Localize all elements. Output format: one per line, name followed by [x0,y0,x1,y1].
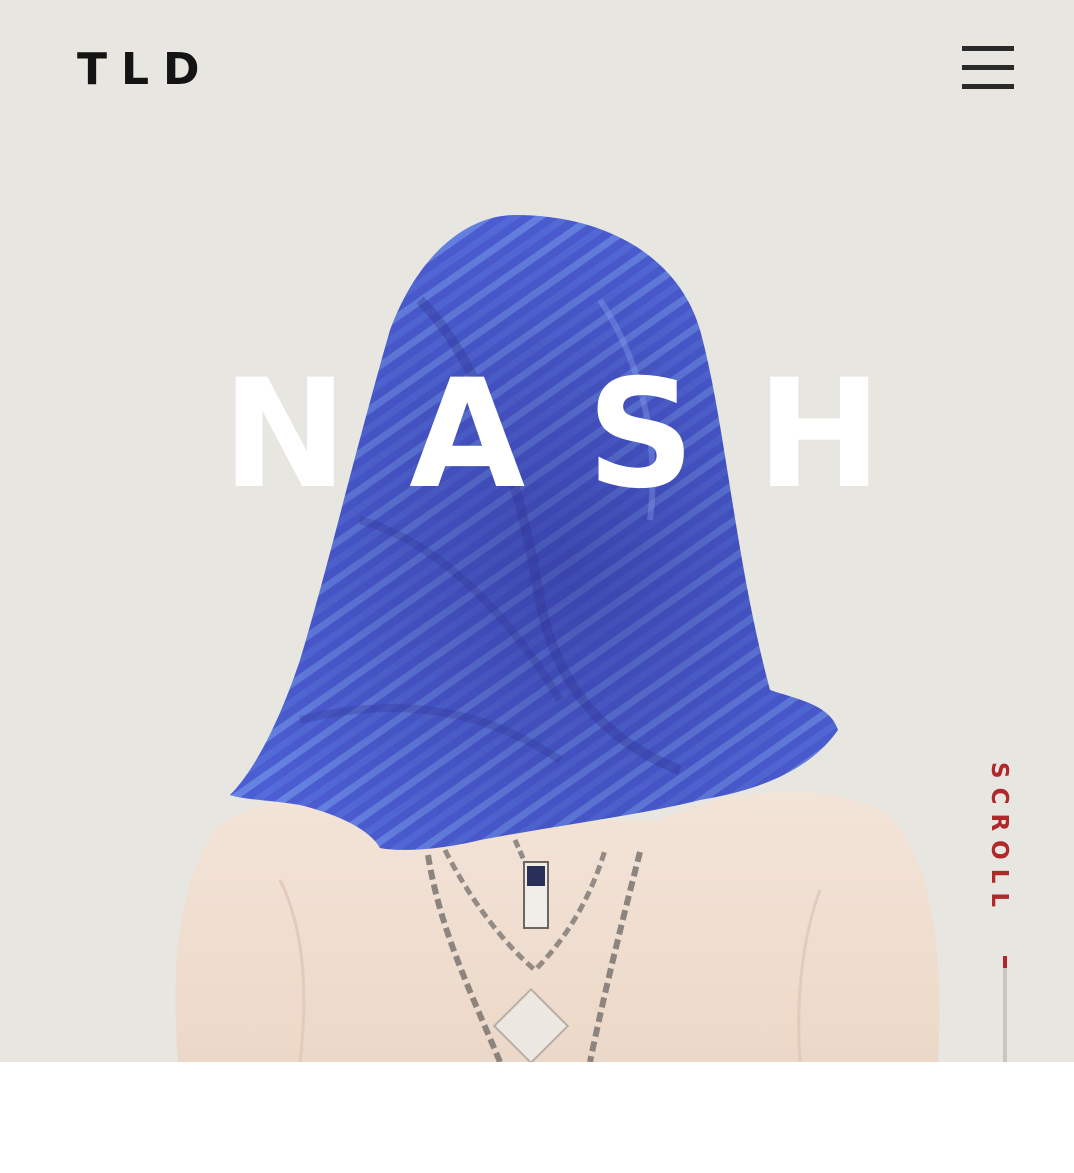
scroll-label: SCROLL [986,762,1012,917]
site-logo[interactable]: TLD [77,48,214,92]
menu-line [962,65,1014,70]
title-letter: H [756,348,882,522]
hero-image [175,215,940,1062]
menu-line [962,46,1014,51]
menu-line [962,84,1014,89]
title-letter: S [586,348,695,522]
title-letter: N [222,348,348,522]
hero-title: N A S H [222,360,882,510]
scroll-progress-thumb [1003,956,1007,968]
hero-section: TLD N A S H SCROLL [0,0,1074,1062]
scroll-track [1003,956,1007,1062]
scroll-indicator[interactable]: SCROLL [982,758,1028,1062]
title-letter: A [409,348,526,522]
hamburger-icon[interactable] [962,46,1014,92]
